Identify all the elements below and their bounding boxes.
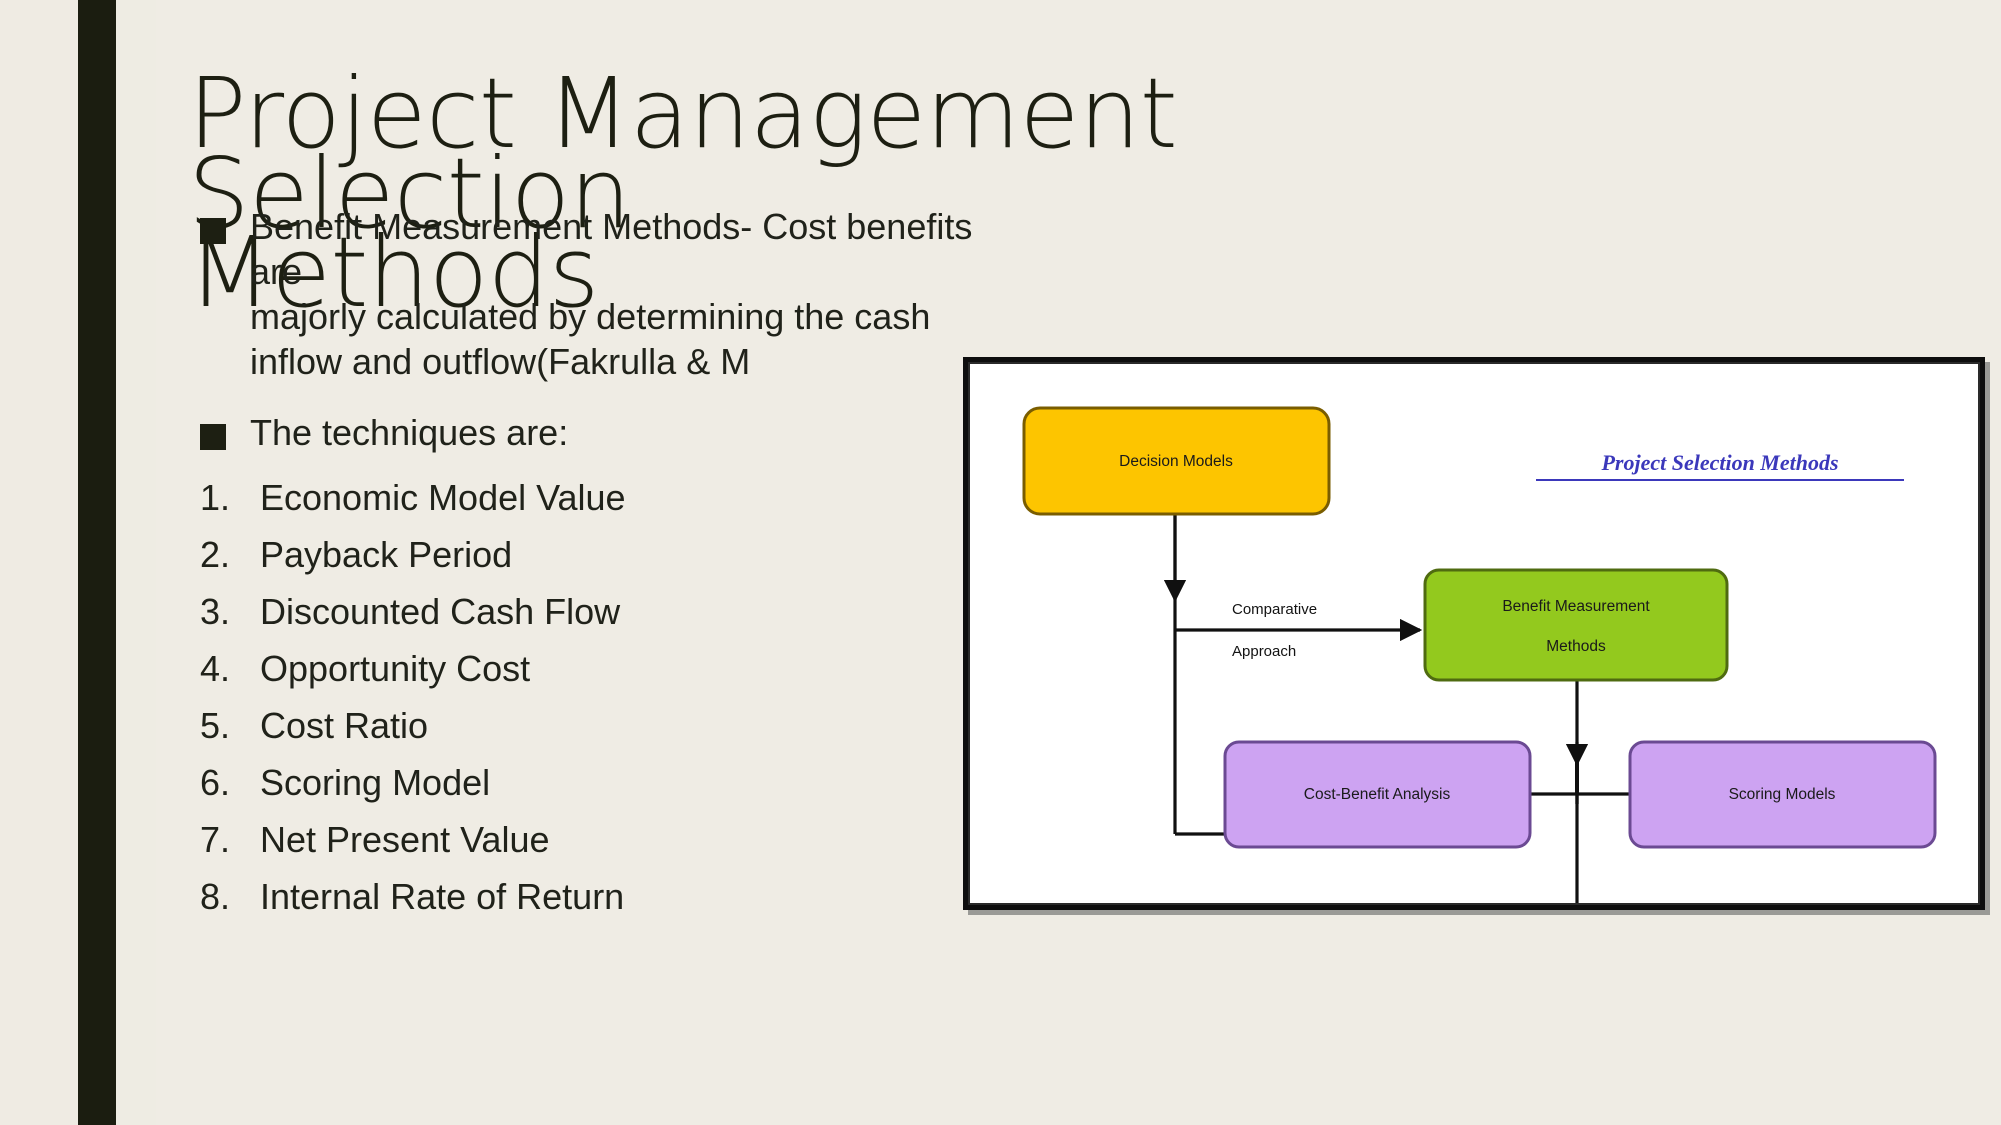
list-item-number: 3.: [200, 591, 231, 632]
list-item-number: 2.: [200, 534, 231, 575]
list-item-label: Opportunity Cost: [260, 648, 531, 689]
list-item-number: 8.: [200, 876, 231, 917]
edge-label-comparative-line2: Approach: [1232, 643, 1296, 660]
list-item-label: Cost Ratio: [260, 705, 429, 746]
list-item-number: 4.: [200, 648, 231, 689]
list-item: 8. Internal Rate of Return: [200, 876, 1020, 933]
list-item-label: Scoring Model: [260, 762, 491, 803]
list-item: 1. Economic Model Value: [200, 477, 1020, 534]
square-bullet-icon: [200, 424, 226, 450]
list-item-number: 7.: [200, 819, 231, 860]
node-label-line2: Methods: [1546, 638, 1606, 655]
diagram-title: Project Selection Methods: [1536, 450, 1904, 481]
project-selection-methods-diagram: Decision Models Benefit Measurement Meth…: [970, 364, 1978, 903]
square-bullet-icon: [200, 218, 226, 244]
left-margin-band: [0, 0, 78, 1125]
list-item-number: 6.: [200, 762, 231, 803]
list-item: 3. Discounted Cash Flow: [200, 591, 1020, 648]
list-item: 6. Scoring Model: [200, 762, 1020, 819]
bullet-text: The techniques are:: [250, 412, 569, 453]
list-item: 5. Cost Ratio: [200, 705, 1020, 762]
diagram-title-text: Project Selection Methods: [1600, 450, 1838, 475]
inner-margin-band: [116, 0, 156, 1125]
list-item: 4. Opportunity Cost: [200, 648, 1020, 705]
list-item: 2. Payback Period: [200, 534, 1020, 591]
techniques-list: 1. Economic Model Value 2. Payback Perio…: [200, 477, 1020, 933]
list-item-label: Net Present Value: [260, 819, 550, 860]
embedded-diagram-image[interactable]: Decision Models Benefit Measurement Meth…: [963, 357, 1985, 910]
node-label: Cost-Benefit Analysis: [1304, 786, 1451, 803]
content-body: Benefit Measurement Methods- Cost benefi…: [200, 204, 1020, 933]
node-decision-models: Decision Models: [1022, 406, 1331, 516]
node-scoring-models: Scoring Models: [1628, 740, 1937, 849]
accent-bar: [78, 0, 116, 1125]
bullet-item-benefit-measurement: Benefit Measurement Methods- Cost benefi…: [200, 204, 1020, 384]
list-item: 7. Net Present Value: [200, 819, 1020, 876]
list-item-label: Economic Model Value: [260, 477, 626, 518]
node-label-line1: Benefit Measurement: [1502, 598, 1650, 615]
list-item-label: Discounted Cash Flow: [260, 591, 621, 632]
bullet-item-techniques: The techniques are:: [200, 410, 1020, 455]
node-label: Scoring Models: [1729, 786, 1836, 803]
edge-label-comparative-line1: Comparative: [1232, 601, 1317, 618]
list-item-label: Payback Period: [260, 534, 513, 575]
node-cost-benefit-analysis: Cost-Benefit Analysis: [1223, 740, 1532, 849]
node-label: Decision Models: [1119, 453, 1233, 470]
slide-canvas: Project Management Selection Methods Ben…: [0, 0, 2001, 1125]
list-item-number: 1.: [200, 477, 231, 518]
node-benefit-measurement-methods: Benefit Measurement Methods: [1423, 568, 1729, 682]
list-item-label: Internal Rate of Return: [260, 876, 625, 917]
list-item-number: 5.: [200, 705, 231, 746]
bullet-text: Benefit Measurement Methods- Cost benefi…: [250, 206, 973, 382]
diagram-canvas: Decision Models Benefit Measurement Meth…: [968, 362, 1980, 905]
